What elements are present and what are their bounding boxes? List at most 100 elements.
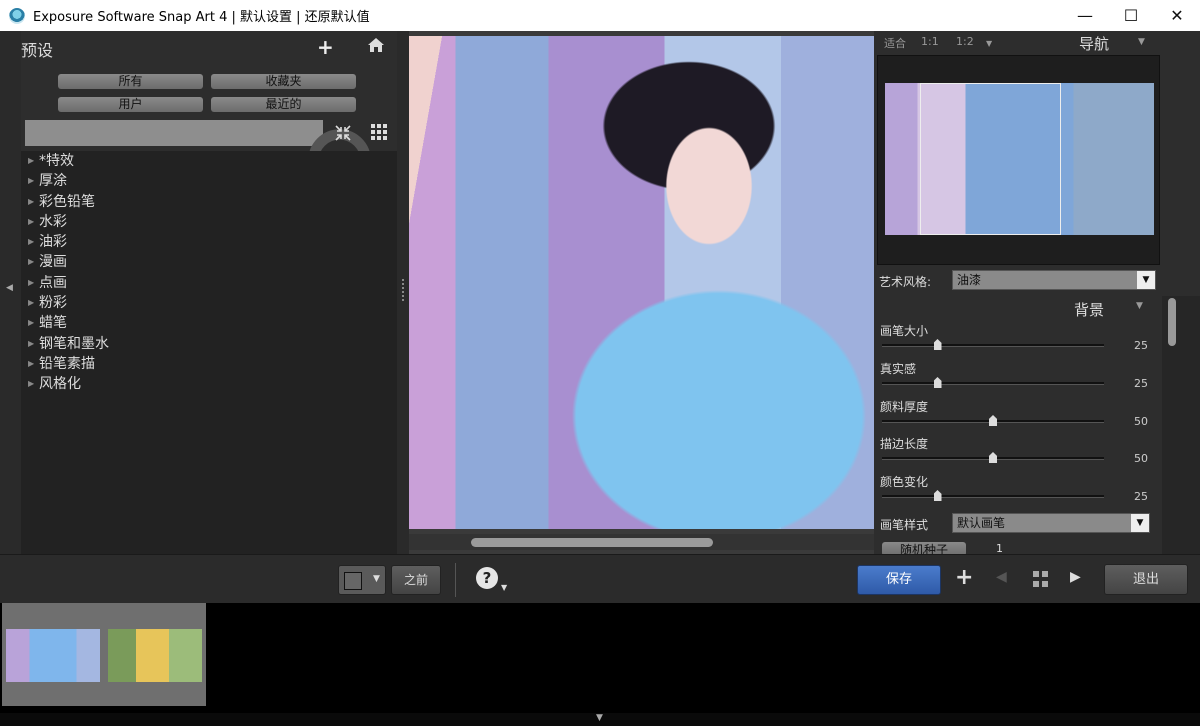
chevron-down-icon[interactable]: ▼ bbox=[1131, 514, 1149, 532]
navigator-title: 导航 bbox=[1079, 35, 1110, 53]
chevron-right-icon[interactable]: ▶ bbox=[28, 232, 34, 252]
category-item[interactable]: ▶ 风格化 bbox=[21, 374, 397, 394]
color-variation-slider[interactable] bbox=[882, 490, 1104, 501]
category-label: 漫画 bbox=[39, 254, 67, 271]
navigator-viewport[interactable] bbox=[920, 83, 1061, 235]
app-window: ◀ 预设 + 所有 收藏夹 用户 最近的 ▶ *特效 ▶ 厚涂 ▶ 彩色铅笔 ▶ 水彩 … bbox=[0, 31, 1200, 726]
category-item[interactable]: ▶ 铅笔素描 bbox=[21, 354, 397, 374]
chevron-left-icon[interactable]: ◀ bbox=[6, 283, 13, 293]
brush-style-dropdown[interactable]: 默认画笔 ▼ bbox=[952, 513, 1150, 533]
realism-slider[interactable] bbox=[882, 377, 1104, 388]
filmstrip bbox=[0, 603, 1200, 713]
category-item[interactable]: ▶ *特效 bbox=[21, 151, 397, 171]
chevron-right-icon[interactable]: ▶ bbox=[28, 374, 34, 394]
category-label: 铅笔素描 bbox=[39, 355, 95, 372]
filmstrip-frame[interactable] bbox=[2, 603, 104, 706]
stroke-length-slider[interactable] bbox=[882, 452, 1104, 463]
presets-title: 预设 bbox=[21, 41, 54, 60]
zoom-fit-button[interactable]: 适合 bbox=[884, 35, 906, 51]
category-label: *特效 bbox=[39, 153, 74, 169]
slider-label: 颜色变化 bbox=[880, 475, 929, 489]
paint-thickness-slider[interactable] bbox=[882, 415, 1104, 426]
zoom-1-1-button[interactable]: 1:1 bbox=[921, 35, 939, 48]
category-item[interactable]: ▶ 点画 bbox=[21, 273, 397, 293]
scrollbar-thumb[interactable] bbox=[1168, 298, 1176, 346]
close-button[interactable]: ✕ bbox=[1154, 0, 1200, 31]
zoom-dropdown-icon[interactable]: ▼ bbox=[986, 39, 992, 48]
arrow-right-icon[interactable]: ▶ bbox=[1070, 569, 1081, 585]
slider-knob[interactable] bbox=[933, 339, 942, 350]
slider-label: 真实感 bbox=[880, 362, 917, 376]
grid-icon[interactable] bbox=[1033, 571, 1049, 587]
help-icon[interactable]: ? bbox=[476, 567, 498, 589]
chevron-down-icon[interactable]: ▼ bbox=[373, 574, 380, 584]
slider-knob[interactable] bbox=[933, 377, 942, 388]
navigator-collapse-icon[interactable]: ▼ bbox=[1138, 37, 1145, 47]
chevron-right-icon[interactable]: ▶ bbox=[28, 192, 34, 212]
chevron-right-icon[interactable]: ▶ bbox=[28, 354, 34, 374]
settings-scrollbar[interactable] bbox=[1162, 296, 1200, 554]
category-item[interactable]: ▶ 水彩 bbox=[21, 212, 397, 232]
slider-knob[interactable] bbox=[989, 452, 997, 463]
splitter-grip-icon[interactable] bbox=[402, 279, 404, 303]
left-collapse-strip[interactable]: ◀ bbox=[0, 31, 21, 554]
category-label: 钢笔和墨水 bbox=[39, 335, 109, 352]
minimize-button[interactable]: — bbox=[1062, 0, 1108, 31]
slider-knob[interactable] bbox=[933, 490, 942, 501]
chevron-right-icon[interactable]: ▶ bbox=[28, 293, 34, 313]
filter-all-button[interactable]: 所有 bbox=[58, 74, 203, 89]
home-icon[interactable] bbox=[367, 37, 385, 53]
chevron-right-icon[interactable]: ▶ bbox=[28, 151, 34, 171]
chevron-down-icon[interactable]: ▼ bbox=[1137, 271, 1155, 289]
filmstrip-toggle-strip[interactable]: ▼ bbox=[0, 713, 1200, 726]
filmstrip-frame[interactable] bbox=[104, 603, 206, 706]
brush-style-value: 默认画笔 bbox=[957, 516, 1006, 530]
slider-label: 画笔大小 bbox=[880, 324, 929, 338]
filter-user-button[interactable]: 用户 bbox=[58, 97, 203, 112]
add-preset-icon[interactable]: + bbox=[317, 35, 334, 59]
category-item[interactable]: ▶ 油彩 bbox=[21, 232, 397, 252]
save-button[interactable]: 保存 bbox=[857, 565, 941, 595]
collapse-all-icon[interactable] bbox=[334, 124, 352, 142]
art-style-label: 艺术风格: bbox=[879, 275, 932, 289]
category-item[interactable]: ▶ 漫画 bbox=[21, 252, 397, 272]
category-item[interactable]: ▶ 蜡笔 bbox=[21, 313, 397, 333]
category-item[interactable]: ▶ 粉彩 bbox=[21, 293, 397, 313]
category-label: 彩色铅笔 bbox=[39, 193, 95, 210]
panel-splitter[interactable] bbox=[397, 31, 409, 554]
navigator-thumbnail[interactable] bbox=[877, 55, 1160, 265]
chevron-down-icon[interactable]: ▼ bbox=[501, 583, 507, 592]
maximize-button[interactable]: ☐ bbox=[1108, 0, 1154, 31]
navigator-header: 适合 1:1 1:2 ▼ 导航 ▼ bbox=[874, 31, 1164, 53]
filter-recent-button[interactable]: 最近的 bbox=[211, 97, 356, 112]
chevron-down-icon[interactable]: ▼ bbox=[596, 713, 603, 723]
chevron-right-icon[interactable]: ▶ bbox=[28, 171, 34, 191]
filter-favorites-button[interactable]: 收藏夹 bbox=[211, 74, 356, 89]
presets-panel: 预设 + 所有 收藏夹 用户 最近的 ▶ *特效 ▶ 厚涂 ▶ 彩色铅笔 ▶ 水彩 ▶ 油… bbox=[21, 31, 397, 554]
zoom-1-2-button[interactable]: 1:2 bbox=[956, 35, 974, 48]
window-controls: — ☐ ✕ bbox=[1062, 0, 1200, 31]
before-button[interactable]: 之前 bbox=[391, 565, 441, 595]
add-icon[interactable]: + bbox=[955, 565, 973, 590]
chevron-right-icon[interactable]: ▶ bbox=[28, 212, 34, 232]
brush-size-slider[interactable] bbox=[882, 339, 1104, 350]
chevron-right-icon[interactable]: ▶ bbox=[28, 334, 34, 354]
slider-knob[interactable] bbox=[989, 415, 997, 426]
category-item[interactable]: ▶ 厚涂 bbox=[21, 171, 397, 191]
section-collapse-icon[interactable]: ▼ bbox=[1136, 301, 1143, 311]
arrow-left-icon[interactable]: ◀ bbox=[996, 569, 1007, 585]
chevron-right-icon[interactable]: ▶ bbox=[28, 313, 34, 333]
category-item[interactable]: ▶ 彩色铅笔 bbox=[21, 192, 397, 212]
preview-image[interactable] bbox=[409, 36, 874, 529]
grid-view-icon[interactable] bbox=[371, 124, 387, 140]
art-style-dropdown[interactable]: 油漆 ▼ bbox=[952, 270, 1156, 290]
chevron-right-icon[interactable]: ▶ bbox=[28, 252, 34, 272]
exit-button[interactable]: 退出 bbox=[1104, 564, 1188, 595]
horizontal-scrollbar[interactable] bbox=[409, 534, 874, 550]
scrollbar-thumb[interactable] bbox=[471, 538, 713, 547]
preset-search-input[interactable] bbox=[25, 120, 323, 146]
compare-view-button[interactable]: ▼ bbox=[338, 565, 386, 595]
square-icon bbox=[344, 572, 362, 590]
chevron-right-icon[interactable]: ▶ bbox=[28, 273, 34, 293]
category-item[interactable]: ▶ 钢笔和墨水 bbox=[21, 334, 397, 354]
